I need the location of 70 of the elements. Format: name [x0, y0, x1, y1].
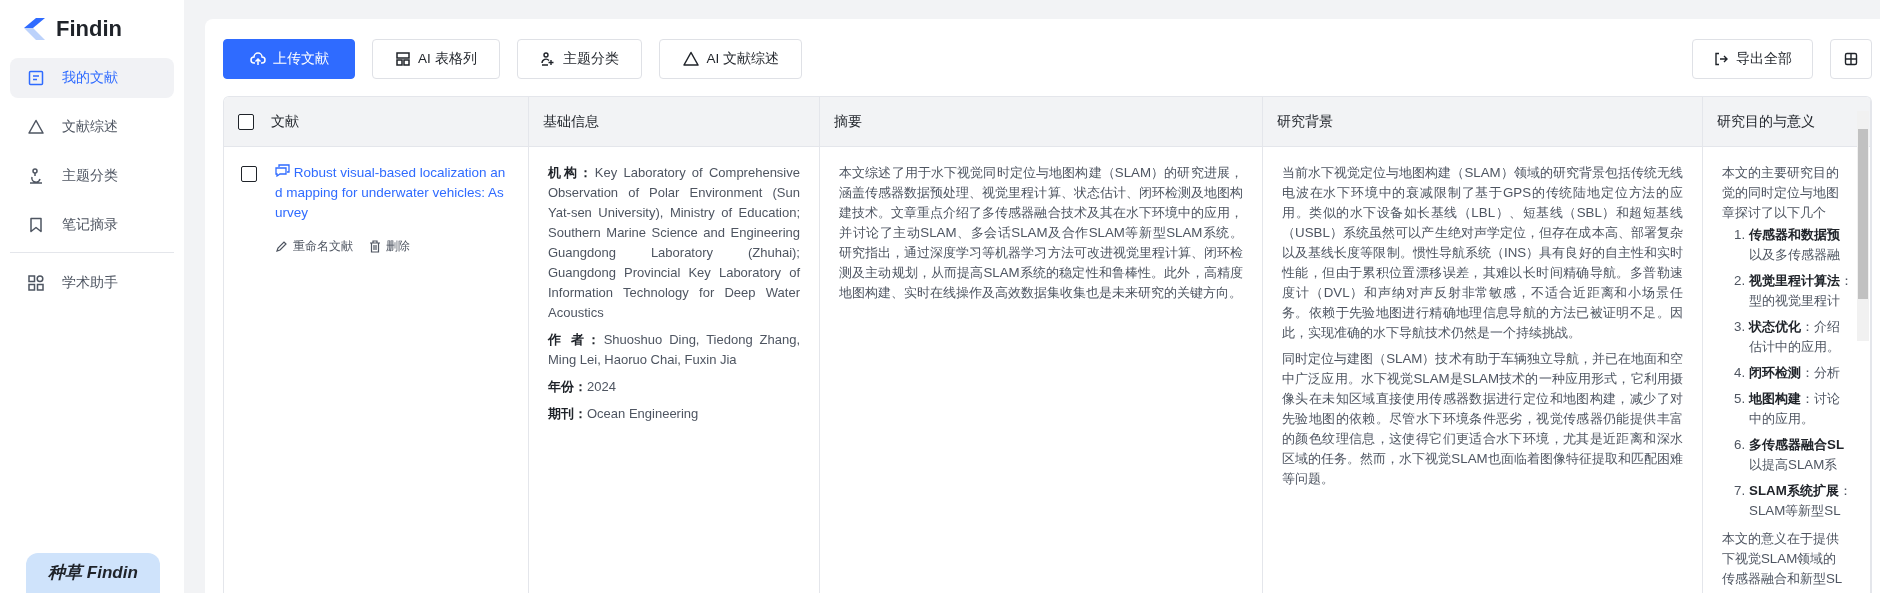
- checkbox[interactable]: [241, 166, 257, 182]
- sidebar-item[interactable]: 文献综述: [10, 107, 174, 147]
- list-text: 中的应用。: [1749, 410, 1816, 428]
- list-text: 以及多传感器融: [1749, 246, 1841, 264]
- list-text: 闭环检测：分析: [1749, 364, 1841, 382]
- info-field: 年份：2024: [548, 377, 800, 397]
- list-text: 传感器和数据预: [1749, 226, 1841, 244]
- bookmark-icon: [27, 216, 45, 234]
- column-header: 文献: [271, 112, 299, 131]
- checkbox[interactable]: [238, 113, 254, 130]
- list-number: 1.: [1734, 226, 1746, 244]
- layout-button[interactable]: [1830, 39, 1872, 79]
- list-number: 7.: [1734, 482, 1746, 500]
- pencil-icon: [275, 240, 288, 253]
- chat-icon: [275, 164, 290, 177]
- list-text: SLAM等新型SL: [1749, 502, 1842, 520]
- purpose-text: 觉的同时定位与地图: [1722, 184, 1840, 202]
- info-field: 机构：Key Laboratory of Comprehensive Observation of Polar Environment (Sun Yat-sen University), Ministry of Education; Southern Marine Science and Engineering Guangdong Laboratory (Zhuhai); Guangdong Provincial Key Laboratory of Information Technology for Deep Water Acoustics: [548, 163, 800, 323]
- document-title-link[interactable]: Robust visual-based localization and mapping for underwater vehicles: Asurvey: [275, 163, 509, 223]
- triangle-icon: [27, 118, 45, 136]
- table-icon: [395, 51, 411, 67]
- delete-link[interactable]: 删除: [369, 238, 410, 255]
- purpose-text: 传感器融合和新型SL: [1722, 570, 1844, 588]
- list-text: 视觉里程计算法：: [1749, 272, 1854, 290]
- rename-link[interactable]: 重命名文献: [275, 238, 353, 255]
- sidebar-item[interactable]: 学术助手: [10, 263, 174, 303]
- purpose-text: 本文的意义在于提供: [1722, 530, 1840, 548]
- grid-icon: [1843, 51, 1859, 67]
- purpose-text: 章探讨了以下几个: [1722, 204, 1827, 222]
- export-button[interactable]: 导出全部: [1692, 39, 1813, 79]
- info-field: 期刊：Ocean Engineering: [548, 404, 800, 424]
- column-header: 基础信息: [543, 112, 599, 131]
- list-text: 估计中的应用。: [1749, 338, 1841, 356]
- column-header: 研究背景: [1277, 112, 1333, 131]
- background-text: 当前水下视觉定位与地图构建（SLAM）领域的研究背景包括传统无线电波在水下环境中的衰减限制了基于GPS的传统陆地定位方法的应用。类似的水下设备如长基线（LBL）、短基线（SBL）和超短基线（USBL）系统虽然可以产生绝对声学定位，但存在成本高、部署复杂以及基线长度等限制。惯性导航系统（INS）具有良好的自主性和实时性能，但由于累积位置漂移误差，其难以长时间精确导航。多普勒速度计（DVL）和声纳对声反射非常敏感，不适合近距离和小场景任务。依赖于先验地图进行精确地理信息导航的方法已被证明不足。因此，实现准确的水下导航技术仍然是一个持续挑战。: [1282, 164, 1683, 342]
- apps-icon: [27, 274, 45, 292]
- cloud-upload-icon: [249, 51, 266, 67]
- list-text: SLAM系统扩展：: [1749, 482, 1852, 500]
- sidebar-item[interactable]: 我的文献: [10, 58, 174, 98]
- list-number: 6.: [1734, 436, 1746, 454]
- background-text: 同时定位与建图（SLAM）技术有助于车辆独立导航，并已在地面和空中广泛应用。水下视觉SLAM是SLAM技术的一种应用形式，它利用摄像头在未知区域直接使用传感器数据进行定位和地图构建，减少了对先验地图的依赖。尽管水下环境条件恶劣，视觉传感器仍能提供丰富的颜色纹理信息，这使得它们更适合水下环境，尤其是近距离和深水区域的任务。然而，水下视觉SLAM也面临着图像特征提取和匹配困难等问题。: [1282, 350, 1683, 488]
- app-name: Findin: [56, 16, 122, 42]
- export-icon: [1713, 51, 1729, 67]
- triangle-icon: [681, 50, 700, 68]
- toolbar-button[interactable]: AI 文献综述: [658, 39, 803, 79]
- list-number: 2.: [1734, 272, 1746, 290]
- purpose-text: 下视觉SLAM领域的: [1722, 550, 1838, 568]
- scrollbar[interactable]: [1857, 111, 1869, 341]
- toolbar-button[interactable]: 主题分类: [516, 39, 642, 79]
- abstract-text: 本文综述了用于水下视觉同时定位与地图构建（SLAM）的研究进展，涵盖传感器数据预处理、视觉里程计算、状态估计、闭环检测及地图构建技术。文章重点介绍了多传感器融合技术及其在水下环境中的应用，并讨论了主动SLAM、多会话SLAM及合作SLAM等新型SLAM系统。研究指出，通过深度学习等机器学习方法可改进视觉里程计算、闭环检测及主动规划，从而提高SLAM系统的稳定性和鲁棒性。此外，高精度地图构建、实时在线操作及高效数据集收集也是未来研究的关键方向。: [839, 164, 1243, 302]
- column-header: 研究目的与意义: [1717, 112, 1815, 131]
- list-text: 地图构建：讨论: [1749, 390, 1841, 408]
- list-number: 3.: [1734, 318, 1746, 336]
- toolbar-button[interactable]: AI 表格列: [372, 39, 500, 79]
- list-text: 多传感器融合SL: [1749, 436, 1845, 454]
- info-field: 作 者：Shuoshuo Ding, Tiedong Zhang, Ming Lei, Haoruo Chai, Fuxin Jia: [548, 330, 800, 370]
- list-text: 型的视觉里程计: [1749, 292, 1842, 310]
- sidebar-item[interactable]: 笔记摘录: [10, 205, 174, 245]
- column-header: 摘要: [834, 112, 862, 131]
- list-text: 以提高SLAM系: [1749, 456, 1839, 474]
- sidebar-item[interactable]: 主题分类: [10, 156, 174, 196]
- list-number: 4.: [1734, 364, 1746, 382]
- person-plus-icon: [539, 51, 556, 67]
- list-number: 5.: [1734, 390, 1746, 408]
- purpose-text: 本文的主要研究目的: [1722, 164, 1840, 182]
- document-icon: [27, 69, 45, 87]
- upload-button[interactable]: 上传文献: [223, 39, 355, 79]
- promo-banner[interactable]: 种草 Findin: [26, 553, 160, 593]
- list-text: 状态优化：介绍: [1749, 318, 1841, 336]
- trash-icon: [369, 240, 381, 253]
